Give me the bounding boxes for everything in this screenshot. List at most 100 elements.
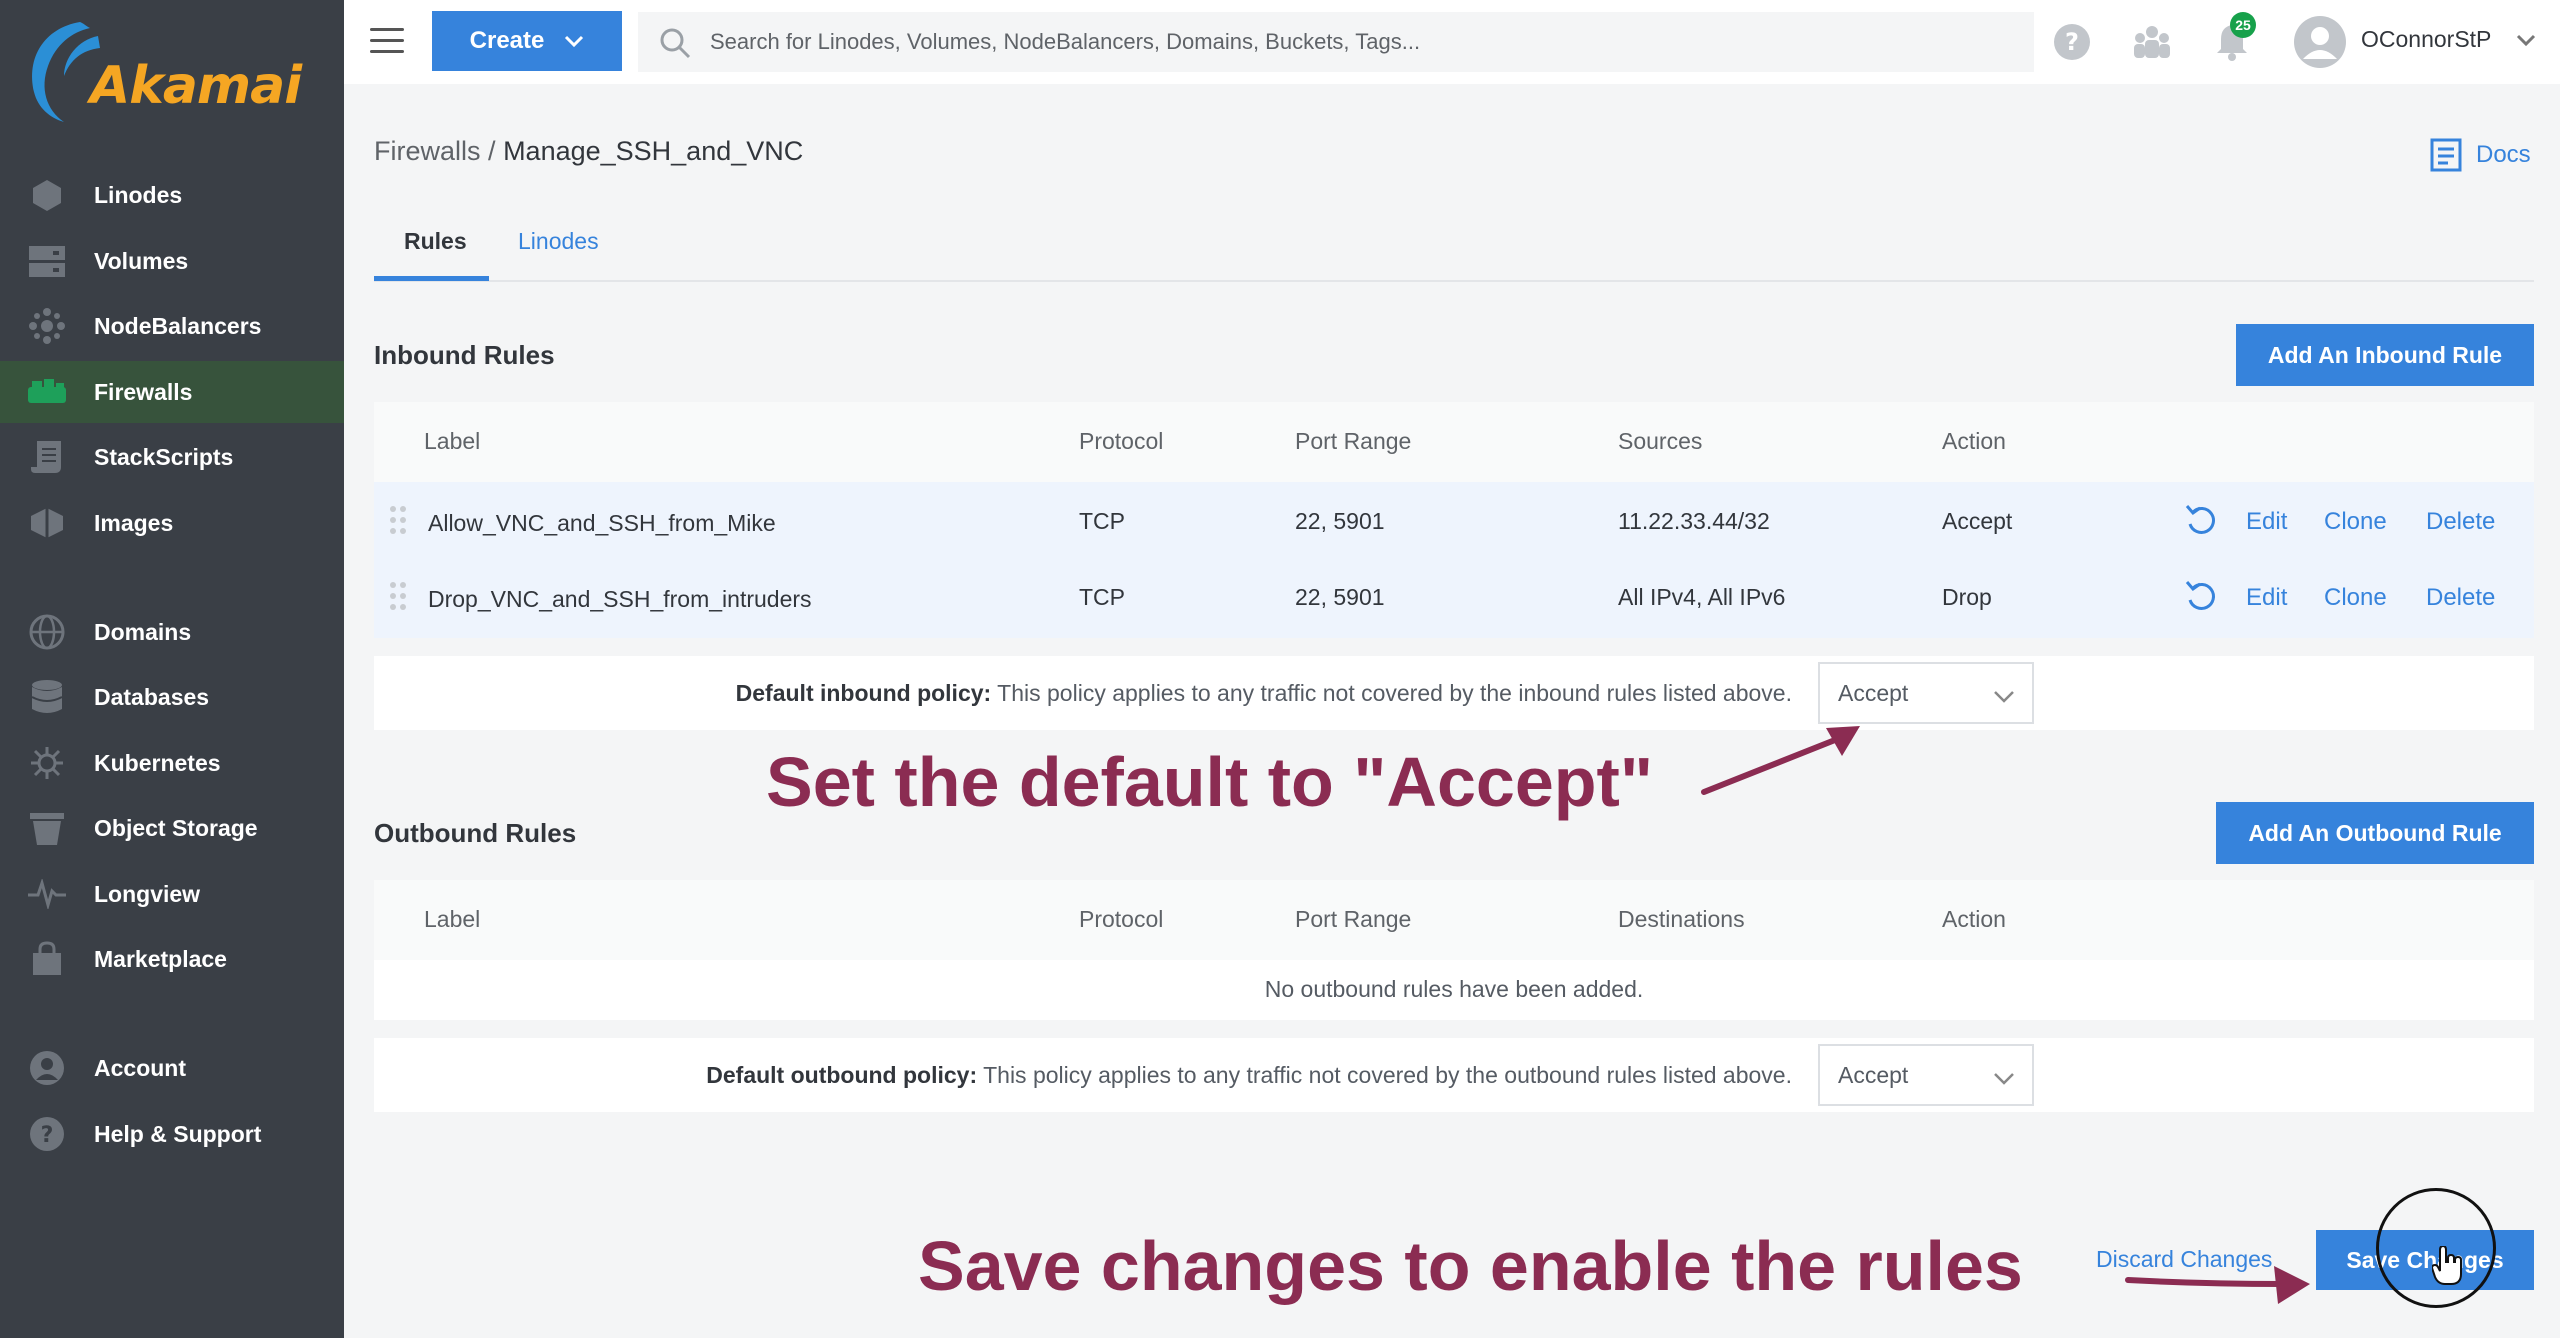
outbound-rules-table: Label Protocol Port Range Destinations A… bbox=[374, 880, 2534, 1020]
outbound-policy-description: Default outbound policy: This policy app… bbox=[706, 1062, 1792, 1089]
globe-icon bbox=[28, 613, 66, 651]
clone-rule-button[interactable]: Clone bbox=[2324, 508, 2387, 536]
column-header-label[interactable]: Label bbox=[424, 906, 480, 933]
sidebar-item-account[interactable]: Account bbox=[0, 1037, 344, 1099]
docs-link[interactable]: Docs bbox=[2430, 138, 2531, 172]
inbound-policy-value: Accept bbox=[1838, 680, 1909, 706]
avatar[interactable] bbox=[2292, 14, 2348, 70]
tab-rules[interactable]: Rules bbox=[404, 228, 467, 255]
search-input[interactable] bbox=[710, 22, 2010, 62]
svg-text:?: ? bbox=[2065, 28, 2079, 56]
create-button[interactable]: Create bbox=[432, 11, 622, 71]
help-icon: ? bbox=[28, 1115, 66, 1153]
edit-rule-button[interactable]: Edit bbox=[2246, 584, 2287, 612]
sidebar-item-object-storage[interactable]: Object Storage bbox=[0, 797, 344, 859]
community-icon[interactable] bbox=[2130, 20, 2174, 64]
sidebar-item-label: Account bbox=[94, 1054, 186, 1081]
add-outbound-rule-button[interactable]: Add An Outbound Rule bbox=[2216, 802, 2534, 864]
tab-linodes[interactable]: Linodes bbox=[518, 228, 599, 255]
sidebar-item-longview[interactable]: Longview bbox=[0, 863, 344, 925]
rule-port-range: 22, 5901 bbox=[1295, 508, 1385, 534]
column-header-port-range[interactable]: Port Range bbox=[1295, 906, 1411, 933]
sidebar-item-kubernetes[interactable]: Kubernetes bbox=[0, 732, 344, 794]
sidebar-item-label: Object Storage bbox=[94, 814, 258, 841]
docs-label: Docs bbox=[2476, 141, 2531, 168]
delete-rule-button[interactable]: Delete bbox=[2426, 584, 2495, 612]
undo-icon[interactable] bbox=[2184, 578, 2218, 612]
clone-rule-button[interactable]: Clone bbox=[2324, 584, 2387, 612]
default-outbound-policy: Default outbound policy: This policy app… bbox=[374, 1038, 2534, 1112]
sidebar: Akamai Linodes Volumes NodeBalancers Fir… bbox=[0, 0, 344, 1338]
akamai-logo[interactable]: Akamai bbox=[20, 14, 302, 124]
document-icon bbox=[2430, 138, 2462, 172]
column-header-action[interactable]: Action bbox=[1942, 428, 2006, 455]
username[interactable]: OConnorStP bbox=[2361, 26, 2491, 53]
svg-text:?: ? bbox=[41, 1123, 54, 1148]
sidebar-item-databases[interactable]: Databases bbox=[0, 666, 344, 728]
notification-badge: 25 bbox=[2230, 12, 2256, 38]
chevron-down-icon[interactable] bbox=[2514, 28, 2538, 52]
breadcrumb-separator: / bbox=[488, 136, 496, 166]
inbound-policy-description: Default inbound policy: This policy appl… bbox=[736, 680, 1792, 707]
bell-icon[interactable]: 25 bbox=[2210, 12, 2256, 64]
column-header-label[interactable]: Label bbox=[424, 428, 480, 455]
rule-protocol: TCP bbox=[1079, 584, 1125, 610]
breadcrumb-current[interactable]: Manage_SSH_and_VNC bbox=[503, 136, 803, 166]
add-inbound-rule-button[interactable]: Add An Inbound Rule bbox=[2236, 324, 2534, 386]
sidebar-item-linodes[interactable]: Linodes bbox=[0, 164, 344, 226]
annotation-set-default: Set the default to "Accept" bbox=[766, 743, 1654, 821]
discard-changes-button[interactable]: Discard Changes bbox=[2096, 1246, 2272, 1273]
create-button-label: Create bbox=[469, 27, 545, 54]
drag-handle-icon[interactable] bbox=[388, 580, 408, 612]
tab-bar: Rules Linodes bbox=[374, 216, 2534, 282]
annotation-save-changes: Save changes to enable the rules bbox=[918, 1227, 2023, 1305]
sidebar-item-help-support[interactable]: ? Help & Support bbox=[0, 1103, 344, 1165]
sidebar-item-volumes[interactable]: Volumes bbox=[0, 230, 344, 292]
chevron-down-icon bbox=[1994, 1073, 2014, 1085]
rule-label: Allow_VNC_and_SSH_from_Mike bbox=[428, 510, 776, 536]
breadcrumb-parent-link[interactable]: Firewalls bbox=[374, 136, 481, 166]
search-icon bbox=[660, 28, 691, 59]
sidebar-item-label: Linodes bbox=[94, 181, 183, 208]
rule-sources: All IPv4, All IPv6 bbox=[1618, 584, 1786, 610]
column-header-sources[interactable]: Sources bbox=[1618, 428, 1702, 455]
delete-rule-button[interactable]: Delete bbox=[2426, 508, 2495, 536]
help-icon[interactable]: ? bbox=[2050, 20, 2094, 64]
default-inbound-policy: Default inbound policy: This policy appl… bbox=[374, 656, 2534, 730]
empty-state-row: No outbound rules have been added. bbox=[374, 960, 2534, 1020]
table-row: Drop_VNC_and_SSH_from_intruders TCP 22, … bbox=[374, 560, 2534, 638]
undo-icon[interactable] bbox=[2184, 502, 2218, 536]
chevron-down-icon bbox=[565, 35, 584, 48]
rule-port-range: 22, 5901 bbox=[1295, 584, 1385, 610]
column-header-protocol[interactable]: Protocol bbox=[1079, 906, 1163, 933]
sidebar-item-stackscripts[interactable]: StackScripts bbox=[0, 426, 344, 488]
user-icon bbox=[28, 1049, 66, 1087]
annotation-arrow-icon bbox=[1701, 726, 1860, 795]
column-header-port-range[interactable]: Port Range bbox=[1295, 428, 1411, 455]
top-bar: Create ? 25 OConnorStP bbox=[344, 0, 2560, 84]
sidebar-item-firewalls[interactable]: Firewalls bbox=[0, 361, 344, 423]
column-header-action[interactable]: Action bbox=[1942, 906, 2006, 933]
menu-icon[interactable] bbox=[370, 28, 404, 56]
outbound-policy-select[interactable]: Accept bbox=[1818, 1044, 2034, 1106]
edit-rule-button[interactable]: Edit bbox=[2246, 508, 2287, 536]
table-header: Label Protocol Port Range Destinations A… bbox=[374, 880, 2534, 960]
inbound-policy-text: This policy applies to any traffic not c… bbox=[991, 680, 1792, 706]
drag-handle-icon[interactable] bbox=[388, 504, 408, 536]
empty-state-text: No outbound rules have been added. bbox=[1264, 976, 1644, 1002]
sidebar-item-nodebalancers[interactable]: NodeBalancers bbox=[0, 295, 344, 357]
inbound-policy-label: Default inbound policy: bbox=[735, 680, 992, 706]
sidebar-item-domains[interactable]: Domains bbox=[0, 601, 344, 663]
firewall-icon bbox=[28, 373, 66, 411]
sidebar-item-images[interactable]: Images bbox=[0, 492, 344, 554]
sidebar-item-label: Kubernetes bbox=[94, 749, 221, 776]
bucket-icon bbox=[28, 809, 66, 847]
inbound-rules-table: Label Protocol Port Range Sources Action… bbox=[374, 402, 2534, 638]
database-icon bbox=[28, 678, 66, 716]
rule-action: Accept bbox=[1942, 508, 2013, 534]
sidebar-item-marketplace[interactable]: Marketplace bbox=[0, 928, 344, 990]
column-header-destinations[interactable]: Destinations bbox=[1618, 906, 1745, 933]
column-header-protocol[interactable]: Protocol bbox=[1079, 428, 1163, 455]
sidebar-item-label: Firewalls bbox=[94, 378, 193, 405]
hexagon-icon bbox=[28, 176, 66, 214]
